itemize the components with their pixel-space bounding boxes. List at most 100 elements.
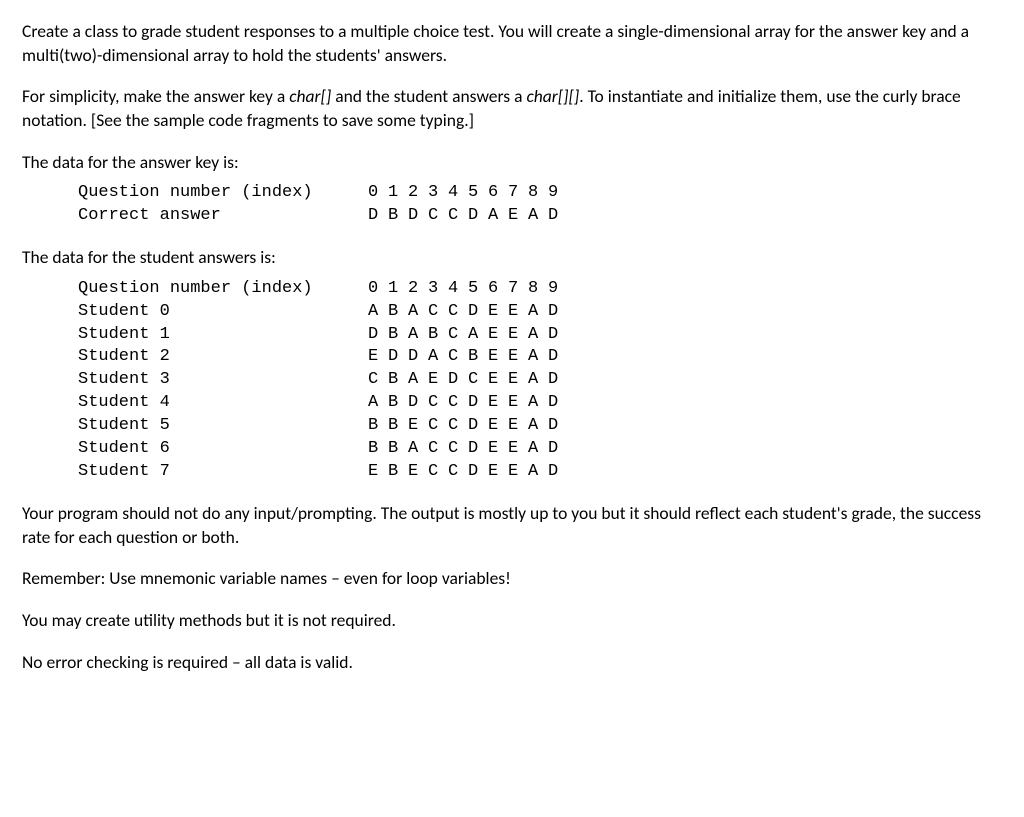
cell: A (528, 392, 548, 415)
cell: 1 (388, 278, 408, 301)
table-row: Student 6BBACCDEEAD (78, 438, 1002, 461)
cell: 2 (408, 182, 428, 205)
cell: A (528, 461, 548, 484)
cell: B (388, 415, 408, 438)
cell: C (448, 205, 468, 228)
mnemonic-paragraph: Remember: Use mnemonic variable names – … (22, 567, 1002, 591)
cell: C (448, 301, 468, 324)
cell: B (388, 461, 408, 484)
cell: B (388, 324, 408, 347)
cell: 3 (428, 182, 448, 205)
row-label: Student 5 (78, 415, 368, 438)
cell: 9 (548, 278, 568, 301)
cell: E (428, 369, 448, 392)
p2-mid: and the student answers a (331, 85, 526, 107)
cell: E (508, 324, 528, 347)
cell: A (528, 415, 548, 438)
cell: D (548, 301, 568, 324)
intro-paragraph-1: Create a class to grade student response… (22, 20, 1002, 67)
cell: A (528, 369, 548, 392)
row-values: ABACCDEEAD (368, 301, 568, 324)
cell: A (528, 438, 548, 461)
cell: A (408, 438, 428, 461)
table-row: Student 1DBABCAEEAD (78, 324, 1002, 347)
cell: 2 (408, 278, 428, 301)
student-answers-heading: The data for the student answers is: (22, 246, 1002, 270)
cell: C (468, 369, 488, 392)
cell: D (468, 205, 488, 228)
cell: E (488, 438, 508, 461)
row-values: DBDCCDAEAD (368, 205, 568, 228)
cell: E (368, 461, 388, 484)
cell: D (368, 324, 388, 347)
cell: E (508, 392, 528, 415)
p2-char1: char[] (289, 85, 331, 107)
row-values: 0123456789 (368, 182, 568, 205)
cell: A (368, 392, 388, 415)
cell: C (448, 438, 468, 461)
cell: B (368, 415, 388, 438)
cell: E (488, 461, 508, 484)
cell: D (468, 438, 488, 461)
cell: E (508, 415, 528, 438)
cell: B (468, 346, 488, 369)
cell: C (448, 461, 468, 484)
cell: D (548, 461, 568, 484)
cell: E (488, 301, 508, 324)
table-row: Question number (index)0123456789 (78, 278, 1002, 301)
row-label: Student 0 (78, 301, 368, 324)
cell: A (468, 324, 488, 347)
row-label: Student 3 (78, 369, 368, 392)
cell: D (408, 346, 428, 369)
row-label: Question number (index) (78, 278, 368, 301)
cell: D (448, 369, 468, 392)
p2-char2: char[][] (526, 85, 579, 107)
cell: E (488, 324, 508, 347)
cell: D (548, 369, 568, 392)
cell: D (468, 301, 488, 324)
cell: E (488, 415, 508, 438)
output-paragraph: Your program should not do any input/pro… (22, 502, 1002, 549)
cell: E (508, 205, 528, 228)
table-row: Student 4ABDCCDEEAD (78, 392, 1002, 415)
cell: C (448, 346, 468, 369)
cell: C (428, 415, 448, 438)
cell: A (428, 346, 448, 369)
cell: D (548, 415, 568, 438)
cell: B (368, 438, 388, 461)
cell: B (388, 301, 408, 324)
cell: 0 (368, 278, 388, 301)
cell: 1 (388, 182, 408, 205)
cell: A (368, 301, 388, 324)
answer-key-table: Question number (index)0123456789Correct… (78, 182, 1002, 228)
table-row: Student 2EDDACBEEAD (78, 346, 1002, 369)
error-checking-paragraph: No error checking is required – all data… (22, 651, 1002, 675)
cell: 4 (448, 182, 468, 205)
cell: C (448, 392, 468, 415)
table-row: Correct answerDBDCCDAEAD (78, 205, 1002, 228)
row-label: Student 1 (78, 324, 368, 347)
cell: E (508, 301, 528, 324)
cell: C (428, 461, 448, 484)
student-answers-table: Question number (index)0123456789Student… (78, 278, 1002, 484)
cell: 5 (468, 182, 488, 205)
row-label: Student 7 (78, 461, 368, 484)
cell: 6 (488, 182, 508, 205)
cell: E (508, 369, 528, 392)
cell: E (408, 461, 428, 484)
cell: 9 (548, 182, 568, 205)
cell: C (428, 438, 448, 461)
table-row: Student 5BBECCDEEAD (78, 415, 1002, 438)
cell: E (488, 392, 508, 415)
cell: 3 (428, 278, 448, 301)
cell: A (408, 301, 428, 324)
row-values: ABDCCDEEAD (368, 392, 568, 415)
cell: B (388, 392, 408, 415)
cell: E (508, 438, 528, 461)
row-values: EBECCDEEAD (368, 461, 568, 484)
cell: D (388, 346, 408, 369)
answer-key-heading: The data for the answer key is: (22, 151, 1002, 175)
row-values: EDDACBEEAD (368, 346, 568, 369)
row-values: CBAEDCEEAD (368, 369, 568, 392)
table-row: Question number (index)0123456789 (78, 182, 1002, 205)
